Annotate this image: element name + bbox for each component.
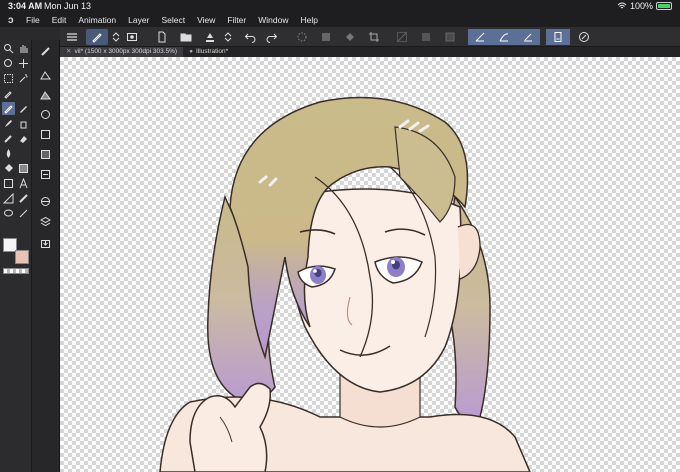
transparent-color-swatch[interactable] [3, 268, 29, 274]
new-file-icon[interactable] [154, 29, 170, 45]
brush-tip-icon[interactable] [39, 45, 52, 58]
chevron-updown-icon-2[interactable] [220, 29, 236, 45]
menu-help[interactable]: Help [294, 15, 323, 25]
history-icon[interactable] [39, 168, 52, 181]
wifi-icon [617, 2, 627, 9]
tab-illustration[interactable]: ● Illustration* [183, 47, 234, 57]
document-tabs: ✕ vil* (1500 x 3000px 300dpi 303.5%) ● I… [60, 47, 680, 57]
zoom-icon[interactable] [2, 42, 15, 55]
command-bar [60, 27, 680, 47]
status-bar: 3:04 AM Mon Jun 13 100% [0, 0, 680, 13]
status-date: Mon Jun 13 [44, 1, 92, 11]
move-icon[interactable] [17, 57, 30, 70]
color-set-icon[interactable] [39, 108, 52, 121]
save-icon[interactable] [202, 29, 218, 45]
open-folder-icon[interactable] [178, 29, 194, 45]
sub-color-swatch[interactable] [15, 250, 29, 264]
figure-icon[interactable] [2, 177, 15, 190]
menu-view[interactable]: View [191, 15, 221, 25]
undo-icon[interactable] [242, 29, 258, 45]
tab-vil[interactable]: ✕ vil* (1500 x 3000px 300dpi 303.5%) [60, 47, 184, 57]
selection-icon[interactable] [2, 72, 15, 85]
clear-icon[interactable] [318, 29, 334, 45]
companion-mode-icon[interactable] [576, 29, 592, 45]
ruler-icon[interactable] [17, 192, 30, 205]
pen-icon[interactable] [2, 102, 15, 115]
tab-illustration-label: Illustration* [196, 48, 229, 55]
gradient-icon[interactable] [17, 162, 30, 175]
battery-percent: 100% [629, 1, 653, 11]
snap-grid-button[interactable] [516, 29, 540, 45]
fill-bucket-icon[interactable] [2, 162, 15, 175]
eyedropper-icon[interactable] [2, 87, 15, 100]
sub-tool-palette [32, 40, 60, 472]
tab-vil-label: vil* (1500 x 3000px 300dpi 303.5%) [74, 48, 178, 55]
correct-line-icon[interactable] [17, 207, 30, 220]
menu-window[interactable]: Window [252, 15, 294, 25]
intermediate-color-icon[interactable] [39, 128, 52, 141]
color-circle-icon[interactable] [39, 68, 52, 81]
crop-icon[interactable] [366, 29, 382, 45]
magic-wand-icon[interactable] [17, 72, 30, 85]
snap-special-ruler-button[interactable] [492, 29, 516, 45]
redo-icon[interactable] [264, 29, 280, 45]
invert-selection-icon[interactable] [442, 29, 458, 45]
transform-icon[interactable] [394, 29, 410, 45]
decoration-icon[interactable] [2, 132, 15, 145]
brush-icon[interactable] [2, 117, 15, 130]
hand-icon[interactable] [17, 42, 30, 55]
app-logo-icon[interactable]: ↄ [0, 15, 20, 26]
eraser-icon[interactable] [17, 132, 30, 145]
chevron-updown-icon[interactable] [108, 29, 124, 45]
tab-dot-icon: ● [189, 48, 194, 55]
close-tab-icon[interactable]: ✕ [66, 47, 71, 57]
pen-tool-button[interactable] [86, 29, 108, 45]
fill-icon[interactable] [342, 29, 358, 45]
menu-edit[interactable]: Edit [46, 15, 73, 25]
illustration-artwork [159, 96, 531, 472]
menu-layer[interactable]: Layer [122, 15, 155, 25]
menu-file[interactable]: File [20, 15, 46, 25]
top-bar: 3:04 AM Mon Jun 13 100% ↄ File Edit Anim… [0, 0, 680, 27]
pencil-icon[interactable] [17, 102, 30, 115]
blend-icon[interactable] [2, 147, 15, 160]
text-icon[interactable] [17, 177, 30, 190]
status-right: 100% [617, 1, 672, 11]
layers-icon[interactable] [39, 215, 52, 228]
color-slider-icon[interactable] [39, 88, 52, 101]
operation-icon[interactable] [2, 57, 15, 70]
menu-bar: ↄ File Edit Animation Layer Select View … [0, 13, 680, 27]
layer-view-icon[interactable] [124, 29, 140, 45]
menu-select[interactable]: Select [155, 15, 191, 25]
hamburger-menu-icon[interactable] [64, 29, 80, 45]
loading-spinner-icon [294, 29, 310, 45]
airbrush-icon[interactable] [17, 117, 30, 130]
page-manager-button[interactable] [546, 29, 570, 45]
status-time: 3:04 AM [8, 1, 43, 11]
approx-color-icon[interactable] [39, 148, 52, 161]
drawing-canvas[interactable] [60, 57, 680, 472]
battery-icon [656, 2, 672, 10]
balloon-icon[interactable] [2, 207, 15, 220]
material-icon[interactable] [39, 237, 52, 250]
snap-ruler-button[interactable] [468, 29, 492, 45]
menu-filter[interactable]: Filter [221, 15, 252, 25]
frame-border-icon[interactable] [2, 192, 15, 205]
tool-palette [0, 40, 32, 472]
menu-animation[interactable]: Animation [72, 15, 122, 25]
deselect-icon[interactable] [418, 29, 434, 45]
layer-property-icon[interactable] [39, 195, 52, 208]
